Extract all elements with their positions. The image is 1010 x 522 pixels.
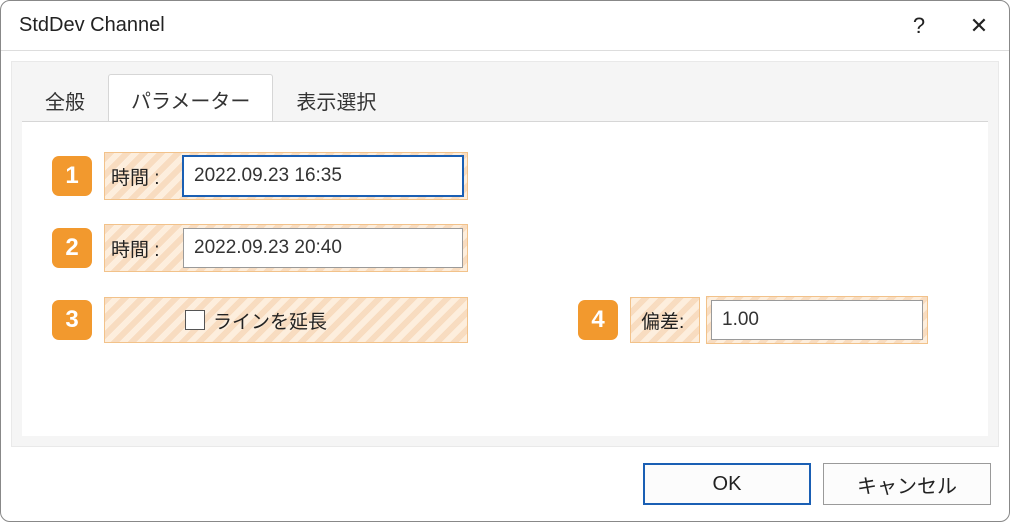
highlight-region: 時間 :: [104, 224, 468, 272]
param-row-1: 1 時間 :: [52, 152, 958, 200]
help-icon: ?: [913, 13, 925, 39]
tab-page-parameters: 1 時間 : 2 時間 : 3: [22, 121, 988, 436]
extend-line-label: ラインを延長: [213, 307, 327, 334]
ok-button[interactable]: OK: [643, 463, 811, 505]
time-label-2: 時間 :: [105, 225, 183, 271]
deviation-label: 偏差:: [630, 297, 700, 343]
help-button[interactable]: ?: [889, 1, 949, 50]
titlebar: StdDev Channel ? ✕: [1, 1, 1009, 51]
annotation-badge-3: 3: [52, 300, 92, 340]
tab-parameters[interactable]: パラメーター: [108, 74, 273, 123]
dialog-window: StdDev Channel ? ✕ 全般 パラメーター 表示選択 1: [0, 0, 1010, 522]
annotation-badge-4: 4: [578, 300, 618, 340]
annotation-badge-1: 1: [52, 156, 92, 196]
param-group-4: 4 偏差:: [578, 296, 928, 344]
tab-label: 表示選択: [296, 92, 376, 114]
annotation-badge-2: 2: [52, 228, 92, 268]
checkbox-box-icon: [185, 310, 205, 330]
time-input-1[interactable]: [183, 156, 463, 196]
extend-line-checkbox[interactable]: ラインを延長: [185, 307, 327, 334]
client-area: 全般 パラメーター 表示選択 1 時間 : 2: [11, 61, 999, 447]
time-label-1: 時間 :: [105, 153, 183, 199]
tab-label: 全般: [45, 92, 85, 114]
window-controls: ? ✕: [889, 1, 1009, 50]
cancel-button[interactable]: キャンセル: [823, 463, 991, 505]
input-wrap: [183, 153, 467, 199]
button-label: キャンセル: [857, 470, 957, 499]
tab-general[interactable]: 全般: [22, 75, 108, 123]
close-button[interactable]: ✕: [949, 1, 1009, 50]
tab-display[interactable]: 表示選択: [273, 75, 399, 123]
highlight-region: [706, 296, 928, 344]
param-row-2: 2 時間 :: [52, 224, 958, 272]
window-title: StdDev Channel: [19, 14, 165, 37]
tab-label: パラメーター: [131, 91, 250, 113]
highlight-region: ラインを延長: [104, 297, 468, 343]
param-row-3: 3 ラインを延長 4 偏差:: [52, 296, 958, 344]
close-icon: ✕: [970, 13, 988, 39]
tab-strip: 全般 パラメーター 表示選択: [12, 62, 998, 122]
dialog-button-bar: OK キャンセル: [643, 463, 991, 505]
input-wrap: [183, 225, 467, 271]
time-input-2[interactable]: [183, 228, 463, 268]
button-label: OK: [713, 473, 742, 496]
highlight-region: 時間 :: [104, 152, 468, 200]
deviation-input[interactable]: [711, 300, 923, 340]
